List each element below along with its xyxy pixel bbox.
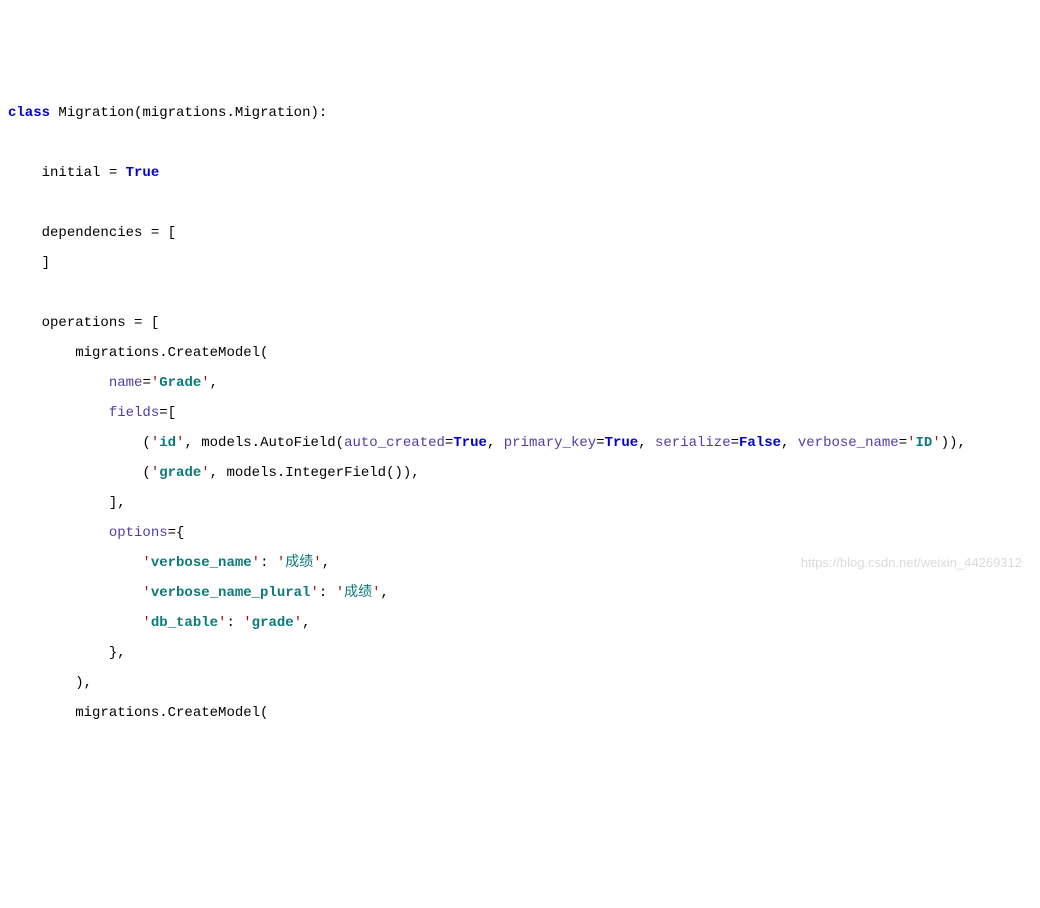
str-grade: Grade — [159, 375, 201, 391]
param-name: name — [109, 375, 143, 391]
code-block: class Migration(migrations.Migration): i… — [8, 98, 1040, 728]
class-base: (migrations.Migration): — [134, 105, 327, 121]
class-name: Migration — [58, 105, 134, 121]
field-id: id — [159, 435, 176, 451]
keyword-class: class — [8, 105, 50, 121]
create-model-call: migrations.CreateModel( — [75, 345, 268, 361]
watermark-text: https://blog.csdn.net/weixin_44269312 — [801, 548, 1022, 578]
field-grade: grade — [159, 465, 201, 481]
initial-assign: initial = — [42, 165, 126, 181]
param-options: options — [109, 525, 168, 541]
ops-open: operations = [ — [42, 315, 160, 331]
bool-true: True — [126, 165, 160, 181]
deps-open: dependencies = [ — [42, 225, 176, 241]
create-model-call-2: migrations.CreateModel( — [75, 705, 268, 721]
param-fields: fields — [109, 405, 159, 421]
deps-close: ] — [42, 255, 50, 271]
